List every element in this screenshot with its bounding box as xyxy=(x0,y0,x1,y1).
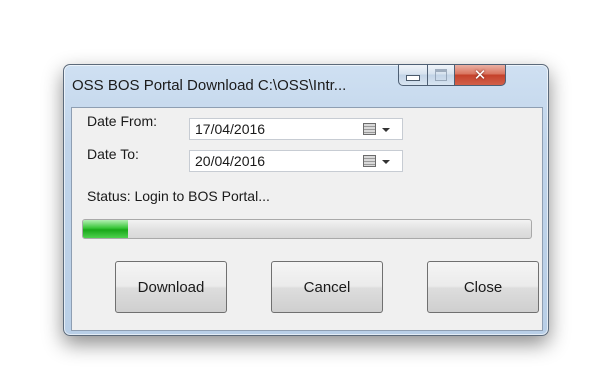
download-dialog: OSS BOS Portal Download C:\OSS\Intr... ✕… xyxy=(63,64,549,336)
minimize-icon xyxy=(406,75,420,81)
maximize-icon xyxy=(435,69,447,81)
status-text: Status: Login to BOS Portal... xyxy=(87,188,270,204)
date-to-label: Date To: xyxy=(87,146,139,162)
date-from-value: 17/04/2016 xyxy=(195,121,266,137)
date-from-picker[interactable]: 17/04/2016 xyxy=(189,118,403,140)
download-button[interactable]: Download xyxy=(115,261,227,313)
calendar-icon[interactable] xyxy=(363,123,376,135)
title-bar[interactable]: OSS BOS Portal Download C:\OSS\Intr... ✕ xyxy=(64,64,548,107)
chevron-down-icon[interactable] xyxy=(382,128,390,132)
window-close-button[interactable]: ✕ xyxy=(454,64,506,86)
download-progress-bar xyxy=(82,219,532,239)
chevron-down-icon[interactable] xyxy=(382,160,390,164)
close-button[interactable]: Close xyxy=(427,261,539,313)
date-to-picker[interactable]: 20/04/2016 xyxy=(189,150,403,172)
dialog-client-area: Date From: 17/04/2016 Date To: 20/04/201… xyxy=(71,107,543,331)
maximize-button[interactable] xyxy=(427,64,455,86)
cancel-button[interactable]: Cancel xyxy=(271,261,383,313)
window-title: OSS BOS Portal Download C:\OSS\Intr... xyxy=(72,77,347,94)
date-to-value: 20/04/2016 xyxy=(195,153,266,169)
minimize-button[interactable] xyxy=(398,64,428,86)
progress-fill xyxy=(83,220,128,238)
close-icon: ✕ xyxy=(473,65,487,84)
calendar-icon[interactable] xyxy=(363,155,376,167)
date-from-label: Date From: xyxy=(87,113,158,129)
